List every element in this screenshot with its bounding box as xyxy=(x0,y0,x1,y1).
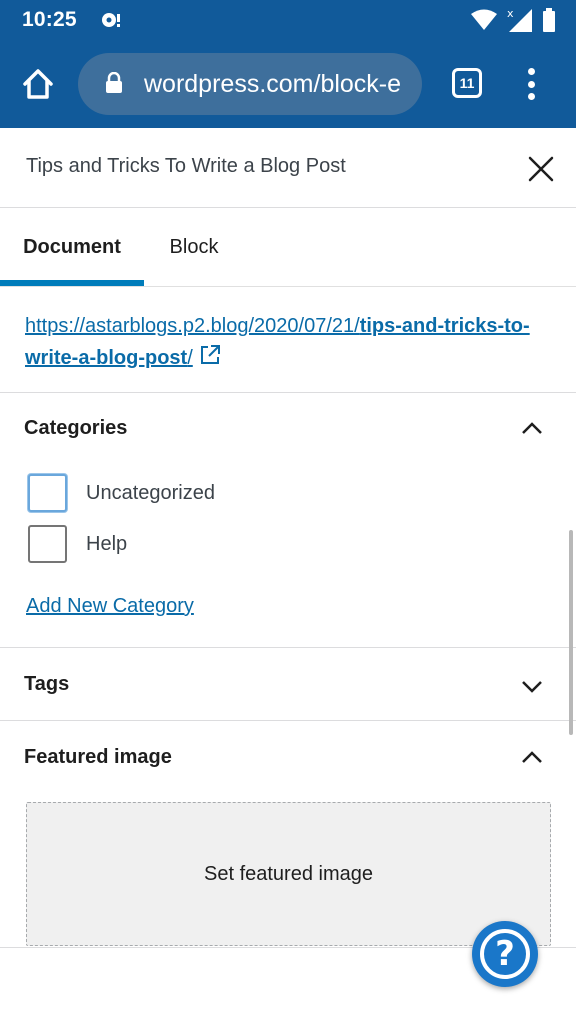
address-bar[interactable]: wordpress.com/block-e xyxy=(78,53,422,115)
lock-icon xyxy=(106,72,122,93)
sidebar-header: Tips and Tricks To Write a Blog Post xyxy=(0,128,576,208)
help-icon: ? xyxy=(480,929,530,979)
divider xyxy=(0,647,576,648)
featured-image-panel-title[interactable]: Featured image xyxy=(24,746,172,769)
home-icon xyxy=(23,69,53,99)
checkbox[interactable] xyxy=(28,525,67,563)
home-button[interactable] xyxy=(18,62,58,106)
add-new-category-link[interactable]: Add New Category xyxy=(26,595,194,618)
tab-block[interactable]: Block xyxy=(144,208,244,287)
close-icon[interactable] xyxy=(524,152,558,186)
sidebar-tabs: Document Block xyxy=(0,208,576,287)
chevron-up-icon[interactable] xyxy=(520,417,544,441)
divider xyxy=(0,392,576,393)
category-item-uncategorized[interactable]: Uncategorized xyxy=(28,473,215,513)
battery-icon xyxy=(543,8,555,32)
svg-text:x: x xyxy=(507,7,514,20)
set-featured-image-button[interactable]: Set featured image xyxy=(26,802,551,946)
url-text: wordpress.com/block-e xyxy=(144,70,402,98)
checkbox[interactable] xyxy=(28,474,67,512)
external-link-icon[interactable] xyxy=(199,344,221,366)
scrollbar[interactable] xyxy=(569,530,573,735)
status-icons: x xyxy=(470,6,556,34)
tags-panel-title[interactable]: Tags xyxy=(24,673,69,696)
chevron-down-icon[interactable] xyxy=(520,674,544,698)
status-time: 10:25 xyxy=(22,8,77,31)
permalink: https://astarblogs.p2.blog/2020/07/21/ti… xyxy=(25,310,555,374)
active-tab-indicator xyxy=(0,280,144,286)
category-item-help[interactable]: Help xyxy=(28,524,127,564)
overflow-menu-icon[interactable] xyxy=(520,66,542,102)
tab-document[interactable]: Document xyxy=(0,208,144,287)
status-bar: 10:25 x xyxy=(0,0,576,40)
category-label: Uncategorized xyxy=(86,481,215,504)
post-title: Tips and Tricks To Write a Blog Post xyxy=(26,155,346,177)
tab-switcher-button[interactable]: 11 xyxy=(452,68,482,98)
permalink-link[interactable]: https://astarblogs.p2.blog/2020/07/21/ti… xyxy=(25,315,530,369)
signal-icon: x xyxy=(507,7,532,32)
chevron-up-icon[interactable] xyxy=(520,746,544,770)
browser-toolbar: wordpress.com/block-e 11 xyxy=(0,40,576,128)
categories-panel-title[interactable]: Categories xyxy=(24,417,127,440)
category-label: Help xyxy=(86,532,128,555)
wifi-icon xyxy=(471,9,497,30)
notification-icon xyxy=(102,13,120,27)
permalink-prefix: https://astarblogs.p2.blog/2020/07/21/ xyxy=(25,315,360,337)
help-button[interactable]: ? xyxy=(472,921,538,987)
divider xyxy=(0,720,576,721)
permalink-suffix: / xyxy=(187,347,193,369)
